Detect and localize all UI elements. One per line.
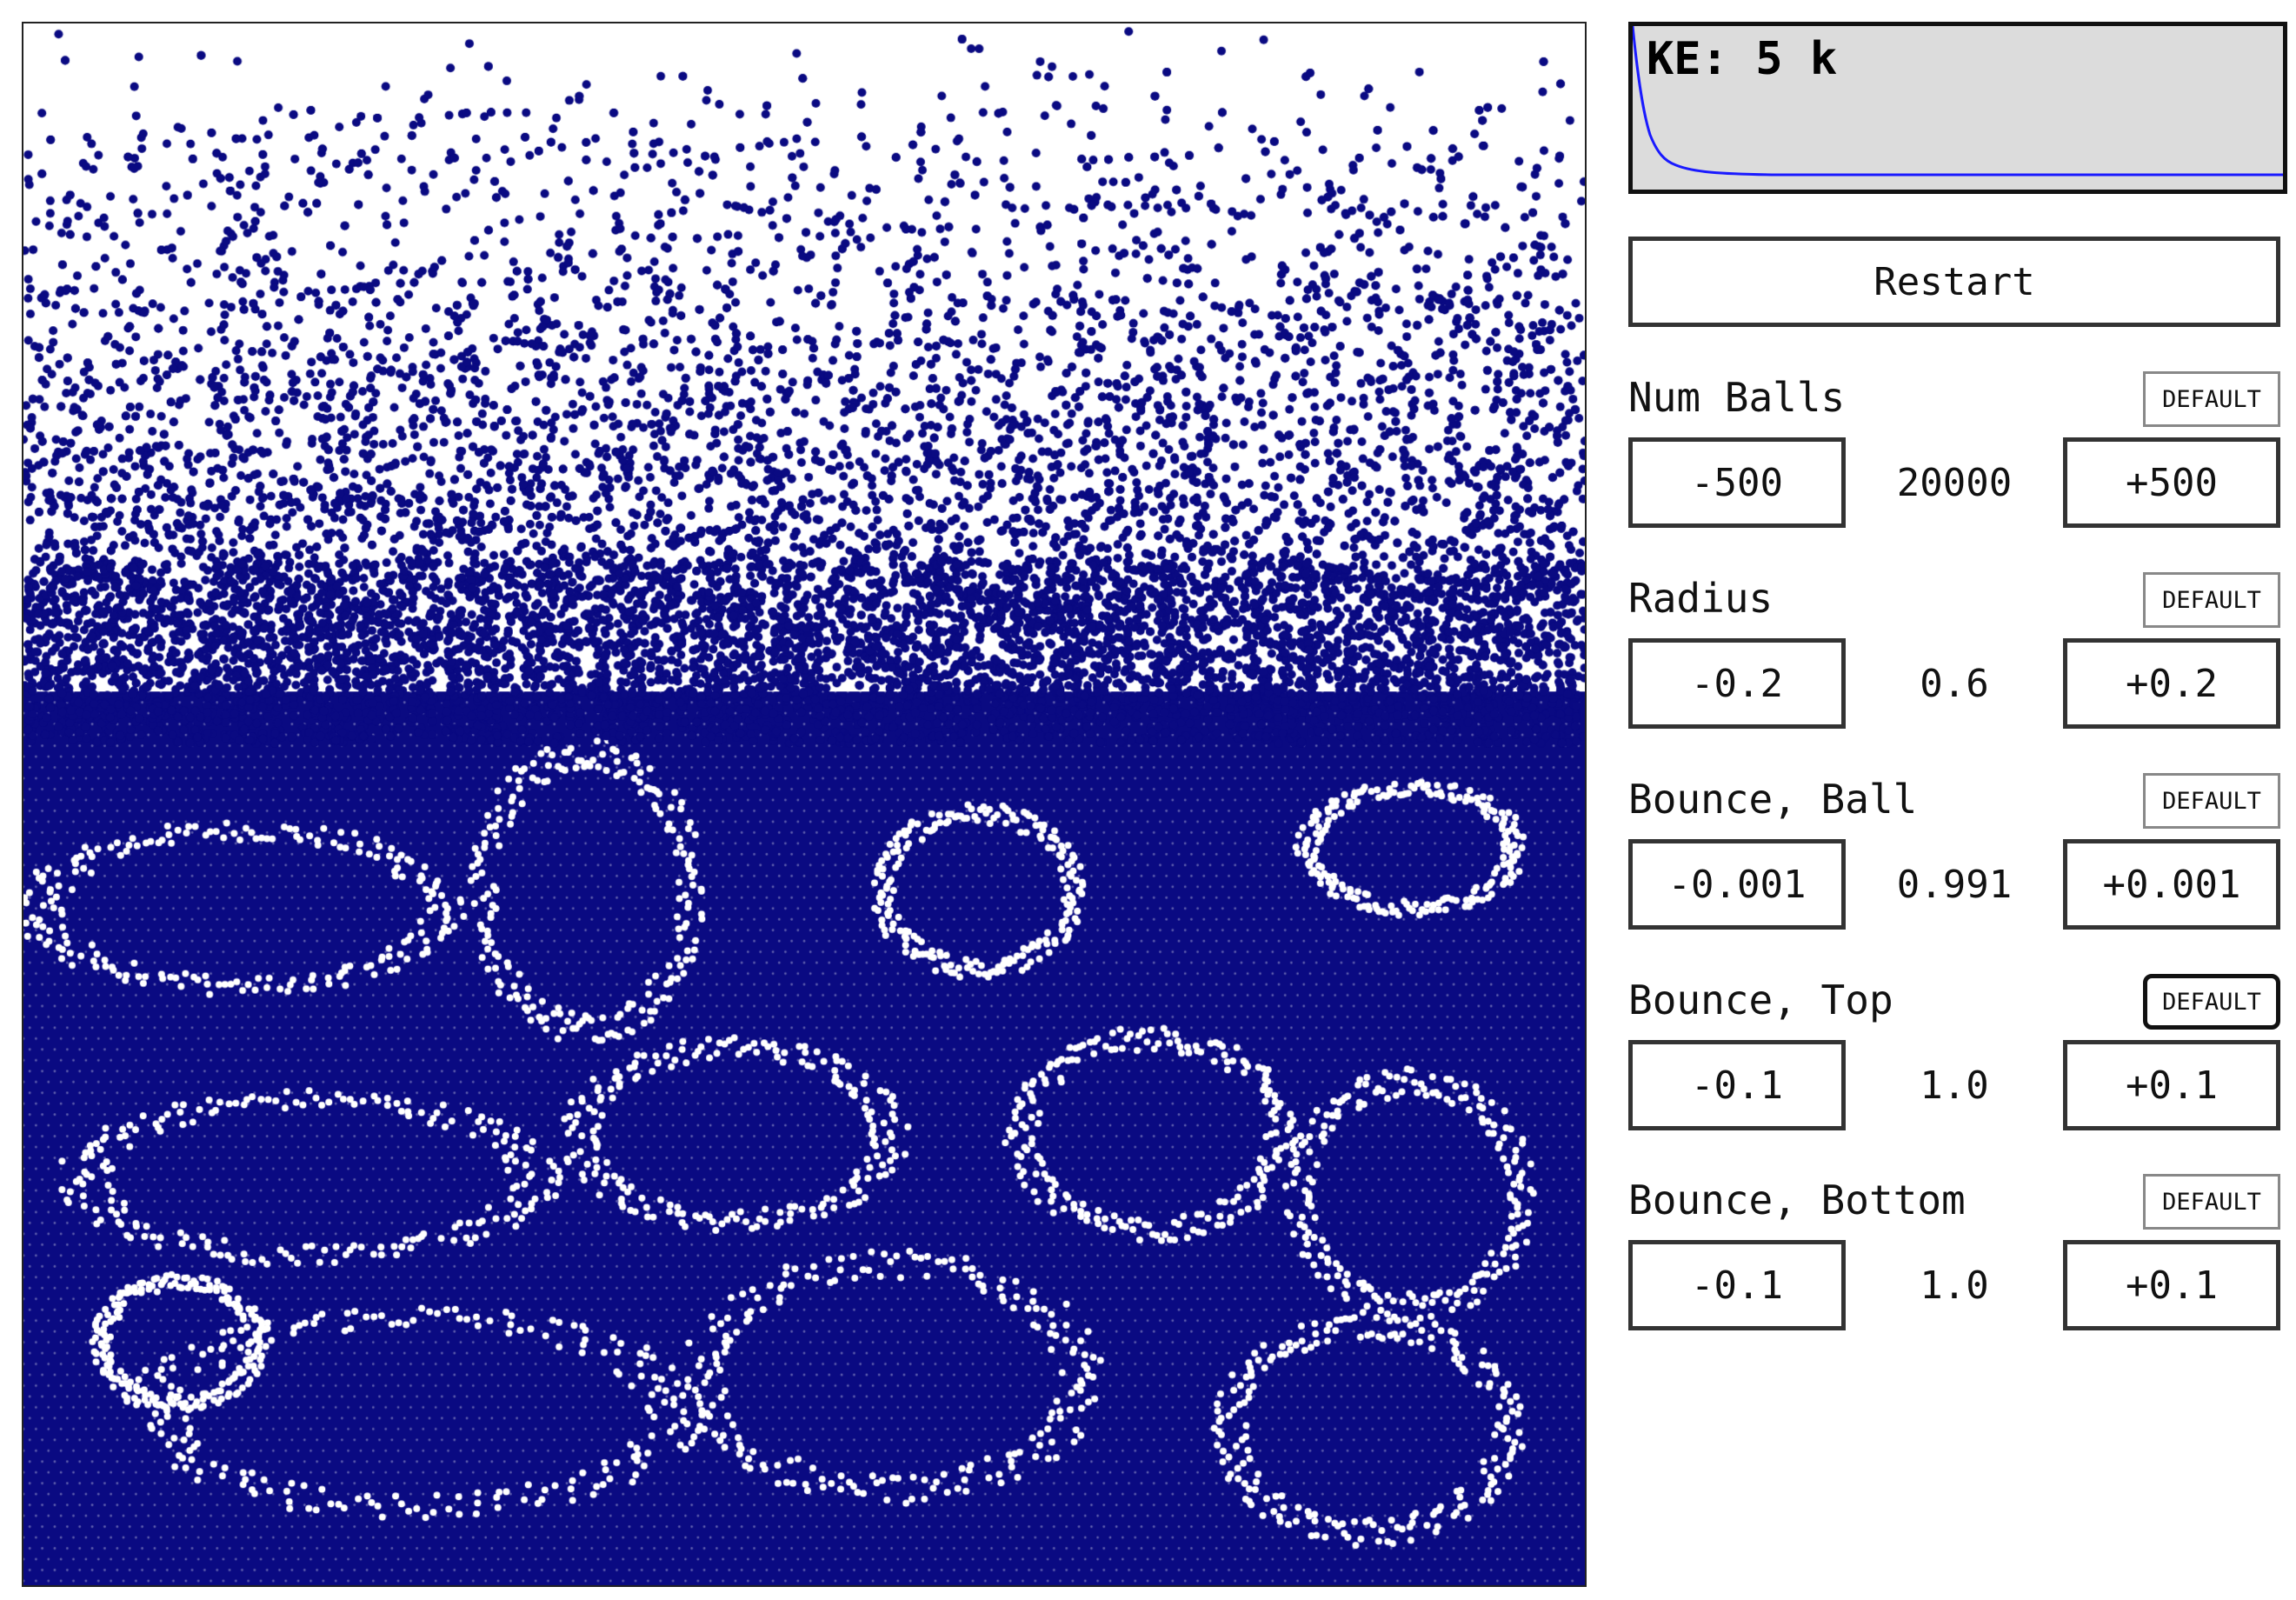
bounce-bottom-decrement-button[interactable]: -0.1 [1628, 1240, 1846, 1330]
radius-label: Radius [1628, 575, 1774, 622]
bounce-bottom-default-button[interactable]: DEFAULT [2143, 1174, 2280, 1230]
bounce-top-default-button[interactable]: DEFAULT [2143, 974, 2280, 1030]
radius-increment-button[interactable]: +0.2 [2063, 638, 2280, 729]
num-balls-label: Num Balls [1628, 374, 1846, 421]
num-balls-decrement-button[interactable]: -500 [1628, 437, 1846, 528]
radius-value: 0.6 [1920, 661, 1989, 706]
bounce-top-increment-button[interactable]: +0.1 [2063, 1040, 2280, 1130]
num-balls-default-button[interactable]: DEFAULT [2143, 371, 2280, 427]
bounce-bottom-increment-button[interactable]: +0.1 [2063, 1240, 2280, 1330]
kinetic-energy-graph: KE: 5 k [1628, 22, 2287, 194]
bounce-bottom-label: Bounce, Bottom [1628, 1177, 1966, 1223]
restart-button[interactable]: Restart [1628, 237, 2280, 327]
bounce-ball-decrement-button[interactable]: -0.001 [1628, 839, 1846, 930]
num-balls-increment-button[interactable]: +500 [2063, 437, 2280, 528]
radius-decrement-button[interactable]: -0.2 [1628, 638, 1846, 729]
bounce-bottom-value: 1.0 [1920, 1263, 1989, 1308]
bounce-top-decrement-button[interactable]: -0.1 [1628, 1040, 1846, 1130]
num-balls-value: 20000 [1896, 460, 2013, 505]
bounce-ball-increment-button[interactable]: +0.001 [2063, 839, 2280, 930]
bounce-ball-default-button[interactable]: DEFAULT [2143, 773, 2280, 829]
particle-field [23, 23, 1585, 1585]
bounce-top-label: Bounce, Top [1628, 977, 1893, 1023]
bounce-ball-value: 0.991 [1896, 862, 2013, 907]
bounce-top-value: 1.0 [1920, 1063, 1989, 1108]
ke-readout: KE: 5 k [1647, 33, 1838, 85]
bounce-ball-label: Bounce, Ball [1628, 776, 1918, 823]
simulation-canvas[interactable] [22, 22, 1587, 1587]
radius-default-button[interactable]: DEFAULT [2143, 572, 2280, 628]
